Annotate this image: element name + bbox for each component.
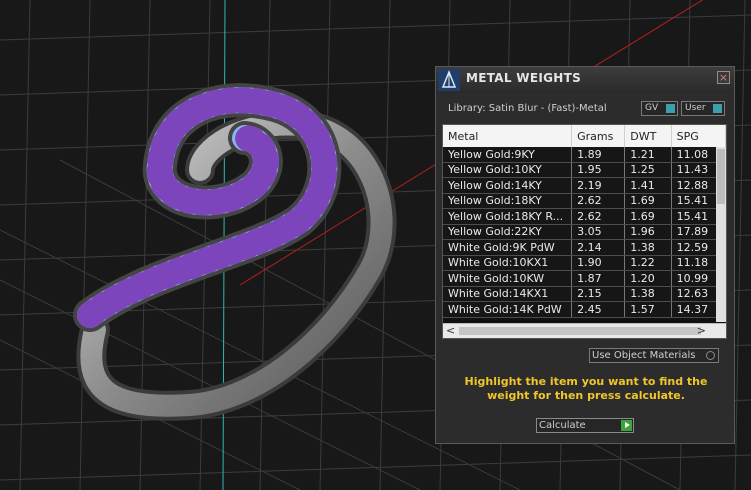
cell-dwt: 1.96 [624, 224, 672, 240]
table-row[interactable]: White Gold:14KX1 2.15 1.38 12.63 [443, 286, 726, 302]
app-logo-icon [438, 69, 460, 91]
cell-grams: 2.62 [571, 208, 626, 225]
cell-dwt: 1.69 [624, 208, 672, 225]
cell-grams: 2.62 [571, 193, 626, 209]
cell-metal: Yellow Gold:18KY R... [443, 208, 573, 225]
cell-dwt: 1.41 [624, 177, 672, 194]
table-row[interactable]: Yellow Gold:22KY 3.05 1.96 17.89 [443, 224, 726, 240]
horizontal-scrollbar[interactable]: < > [443, 323, 726, 338]
table-row[interactable]: White Gold:10KX1 1.90 1.22 11.18 [443, 255, 726, 271]
gv-toggle-indicator [666, 104, 675, 113]
vertical-scrollbar[interactable] [716, 147, 726, 322]
cell-metal: White Gold:10KX1 [443, 255, 573, 271]
panel-title: METAL WEIGHTS [466, 71, 582, 85]
table-row[interactable]: Yellow Gold:18KY 2.62 1.69 15.41 [443, 193, 726, 209]
cell-grams: 3.05 [571, 224, 626, 240]
use-object-materials-toggle[interactable]: Use Object Materials [589, 348, 719, 363]
cell-metal: Yellow Gold:18KY [443, 193, 573, 209]
metal-weights-table[interactable]: Metal Grams DWT SPG Yellow Gold:9KY 1.89… [442, 124, 727, 339]
calculate-button[interactable]: Calculate [536, 418, 634, 433]
cell-dwt: 1.22 [624, 255, 672, 271]
scroll-right-arrow-icon[interactable]: > [697, 324, 706, 337]
cell-metal: Yellow Gold:14KY [443, 177, 573, 194]
vertical-scroll-thumb[interactable] [717, 149, 725, 204]
column-header-metal[interactable]: Metal [443, 125, 573, 147]
cell-metal: Yellow Gold:22KY [443, 224, 573, 240]
scroll-left-arrow-icon[interactable]: < [446, 324, 455, 337]
horizontal-scroll-thumb[interactable] [459, 327, 701, 335]
column-header-grams[interactable]: Grams [571, 125, 626, 147]
cell-grams: 2.14 [571, 239, 626, 256]
table-row[interactable]: White Gold:10KW 1.87 1.20 10.99 [443, 270, 726, 287]
instruction-text: Highlight the item you want to find the … [464, 375, 708, 402]
cell-dwt: 1.38 [624, 239, 672, 256]
cell-grams: 2.45 [571, 301, 626, 318]
cell-dwt: 1.38 [624, 286, 672, 302]
library-label: Library: Satin Blur - (Fast)-Metal [448, 103, 607, 114]
cell-dwt: 1.20 [624, 270, 672, 287]
gv-toggle[interactable]: GV [641, 101, 678, 116]
cell-metal: Yellow Gold:10KY [443, 162, 573, 178]
cell-metal: White Gold:10KW [443, 270, 573, 287]
cell-grams: 1.87 [571, 270, 626, 287]
gv-label: GV [645, 103, 659, 113]
table-row[interactable]: Yellow Gold:14KY 2.19 1.41 12.88 [443, 177, 726, 194]
table-row[interactable]: Yellow Gold:18KY R... 2.62 1.69 15.41 [443, 208, 726, 225]
user-toggle-indicator [713, 104, 722, 113]
cell-dwt: 1.21 [624, 147, 672, 163]
cell-metal: White Gold:14K PdW [443, 301, 573, 318]
table-row[interactable]: White Gold:9K PdW 2.14 1.38 12.59 [443, 239, 726, 256]
metal-weights-panel: METAL WEIGHTS × Library: Satin Blur - (F… [435, 66, 735, 444]
table-row[interactable]: Yellow Gold:9KY 1.89 1.21 11.08 [443, 147, 726, 163]
cell-dwt: 1.57 [624, 301, 672, 318]
cell-grams: 1.89 [571, 147, 626, 163]
table-header-row: Metal Grams DWT SPG [443, 125, 726, 147]
cell-grams: 2.15 [571, 286, 626, 302]
column-header-dwt[interactable]: DWT [624, 125, 672, 147]
user-label: User [685, 103, 706, 113]
table-row[interactable]: Yellow Gold:10KY 1.95 1.25 11.43 [443, 162, 726, 178]
cell-metal: Yellow Gold:9KY [443, 147, 573, 163]
user-toggle[interactable]: User [681, 101, 725, 116]
calculate-label: Calculate [539, 420, 586, 431]
panel-header[interactable]: METAL WEIGHTS × [436, 67, 734, 93]
use-object-materials-label: Use Object Materials [592, 350, 696, 361]
radio-circle-icon [706, 351, 715, 360]
cell-grams: 1.95 [571, 162, 626, 178]
cell-dwt: 1.69 [624, 193, 672, 209]
cell-dwt: 1.25 [624, 162, 672, 178]
cell-metal: White Gold:9K PdW [443, 239, 573, 256]
cell-metal: White Gold:14KX1 [443, 286, 573, 302]
close-button[interactable]: × [717, 71, 730, 84]
table-row[interactable]: White Gold:14K PdW 2.45 1.57 14.37 [443, 301, 726, 318]
column-header-spg[interactable]: SPG [671, 125, 726, 147]
cell-grams: 1.90 [571, 255, 626, 271]
play-arrow-icon [621, 420, 632, 431]
cell-grams: 2.19 [571, 177, 626, 194]
